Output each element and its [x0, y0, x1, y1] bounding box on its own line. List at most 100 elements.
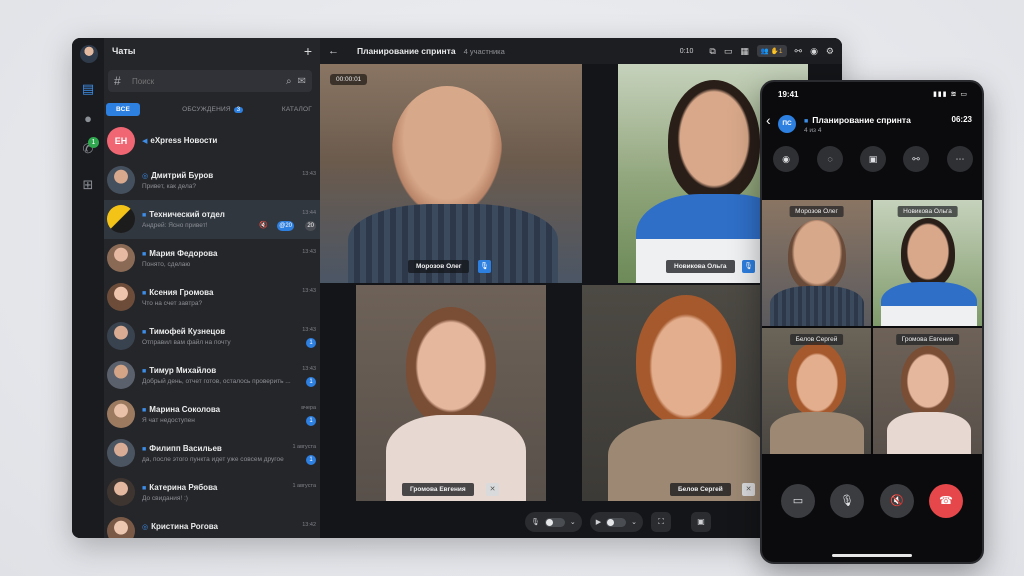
mobile-call-title: ■ Планирование спринта — [804, 115, 911, 125]
home-indicator — [832, 554, 912, 557]
avatar — [107, 205, 135, 233]
chevron-down-icon[interactable]: ⌄ — [570, 518, 576, 526]
chats-nav-icon[interactable]: ▤ — [81, 82, 95, 96]
chat-item[interactable]: ◎ Дмитрий Буров Привет, как дела? 13:43 — [104, 161, 320, 200]
screen-share-icon[interactable]: ▣ — [691, 512, 712, 532]
speaker-off-icon[interactable]: 🔇 — [880, 484, 914, 518]
chat-name-text: eXpress Новости — [150, 136, 218, 145]
mute-icon: 🔇 — [259, 222, 268, 229]
chats-title: Чаты — [112, 46, 136, 56]
call-title: Планирование спринта — [357, 46, 456, 56]
avatar — [107, 400, 135, 428]
chat-name: ■ Марина Соколова — [142, 405, 220, 414]
apps-grid-icon[interactable]: ⊞ — [81, 178, 95, 192]
chat-icon[interactable]: ▭ — [724, 46, 733, 57]
back-chevron-icon[interactable]: ‹ — [766, 112, 771, 128]
back-arrow-icon[interactable]: ← — [328, 45, 346, 57]
chat-item[interactable]: ■ Марина Соколова Я чат недоступен вчера … — [104, 395, 320, 434]
chat-preview: Отправил вам файл на почту — [142, 339, 231, 346]
mic-switch[interactable] — [544, 517, 565, 527]
chat-bubble-icon[interactable]: ◌ — [817, 146, 843, 172]
chat-item[interactable]: ■ Мария Федорова Понято, сделаю 13:43 — [104, 239, 320, 278]
call-timer: 00:00:01 — [330, 74, 368, 85]
chat-name-text: Филипп Васильев — [149, 444, 222, 453]
chat-item[interactable]: ◎ Кристина Рогова 13:42 — [104, 512, 320, 538]
group-icon: ■ — [142, 290, 147, 297]
chevron-down-icon[interactable]: ⌄ — [631, 518, 637, 526]
camera-off-icon[interactable]: ▭ — [781, 484, 815, 518]
chat-item[interactable]: ■ Катерина Рябова До свидания! :) 1 авгус… — [104, 473, 320, 512]
video-tile[interactable]: 00:00:01 Морозов Олег 🎙 — [320, 64, 582, 283]
chat-preview: Что на счет завтра? — [142, 300, 203, 307]
link-icon[interactable]: ⚯ — [795, 46, 803, 57]
avatar — [107, 361, 135, 389]
chat-item[interactable]: ■ Филипп Васильев да, после этого пункта … — [104, 434, 320, 473]
mic-off-icon[interactable]: 🎙 — [830, 484, 864, 518]
chat-item[interactable]: EH ◀ eXpress Новости — [104, 122, 320, 161]
call-duration: 0:10 — [679, 47, 694, 55]
globe-icon: ◎ — [142, 173, 149, 180]
chat-item-selected[interactable]: ■ Технический отдел Андрей: Ясно привет! … — [104, 200, 320, 239]
record-icon[interactable]: ◉ — [773, 146, 799, 172]
mobile-video-tile[interactable]: Громова Евгения — [873, 328, 982, 454]
chat-preview: Привет, как дела? — [142, 183, 197, 190]
participant-face — [788, 220, 846, 292]
more-icon[interactable]: ⋯ — [947, 146, 973, 172]
chat-list-panel: Чаты + # ⌕ ✉ ВСЕ ОБСУЖДЕНИЯ3 КАТАЛОГ EH … — [104, 38, 320, 538]
chat-preview: До свидания! :) — [142, 495, 188, 502]
group-icon: ■ — [142, 485, 147, 492]
group-icon: ■ — [804, 118, 809, 125]
video-tile[interactable]: Громова Евгения ✕ — [356, 285, 546, 501]
video-tile[interactable]: Белов Сергей ✕ — [582, 285, 772, 501]
search-input[interactable] — [132, 76, 280, 86]
chat-name: ■ Ксения Громова — [142, 288, 213, 297]
mention-badge: @20 — [277, 221, 294, 231]
mic-on-icon: 🎙 — [478, 260, 491, 273]
contacts-nav-icon[interactable]: ● — [81, 112, 95, 126]
new-message-icon[interactable]: ✉ — [298, 76, 306, 87]
filter-tab-all[interactable]: ВСЕ — [106, 102, 141, 116]
link-icon[interactable]: ⚯ — [903, 146, 929, 172]
avatar — [107, 517, 135, 538]
fullscreen-icon[interactable]: ⛶ — [651, 512, 672, 532]
mobile-video-tile[interactable]: Морозов Олег — [762, 200, 871, 326]
participant-face — [668, 80, 760, 202]
camera-icon: ▶ — [595, 519, 602, 526]
chat-preview: Понято, сделаю — [142, 261, 191, 268]
chat-item[interactable]: ■ Ксения Громова Что на счет завтра? 13:4… — [104, 278, 320, 317]
settings-gear-icon[interactable]: ⚙ — [826, 46, 834, 57]
chat-name-text: Кристина Рогова — [151, 522, 218, 531]
avatar: EH — [107, 127, 135, 155]
raised-hands[interactable]: 👥 ✋1 — [756, 45, 787, 57]
chat-item[interactable]: ■ Тимофей Кузнецов Отправил вам файл на п… — [104, 317, 320, 356]
chat-item[interactable]: ■ Тимур Михайлов Добрый день, отчет готов… — [104, 356, 320, 395]
unread-badge: 1 — [306, 338, 316, 348]
mobile-app-frame: 19:41 ▮▮▮ ≋ ▭ ‹ ПС ■ Планирование спринта… — [760, 80, 984, 564]
mobile-video-tile[interactable]: Белов Сергей — [762, 328, 871, 454]
avatar — [107, 322, 135, 350]
chat-name: ■ Тимур Михайлов — [142, 366, 216, 375]
chat-name: ■ Катерина Рябова — [142, 483, 217, 492]
my-avatar[interactable] — [80, 45, 98, 63]
camera-toggle[interactable]: ▶ ⌄ — [589, 512, 644, 532]
search-icon[interactable]: ⌕ — [286, 76, 292, 87]
popout-icon[interactable]: ⧉ — [709, 46, 715, 57]
contact-card-icon[interactable]: ▣ — [860, 146, 886, 172]
filter-tab-catalog[interactable]: КАТАЛОГ — [282, 106, 312, 113]
mic-toggle[interactable]: 🎙 ⌄ — [525, 512, 582, 532]
end-call-button[interactable]: ☎ — [929, 484, 963, 518]
record-icon[interactable]: ◉ — [810, 46, 818, 57]
layout-icon[interactable]: ▦ — [740, 46, 749, 57]
filter-tab-discussions[interactable]: ОБСУЖДЕНИЯ 3 — [182, 106, 244, 113]
new-chat-button[interactable]: + — [304, 43, 312, 59]
camera-switch[interactable] — [606, 517, 627, 527]
mobile-video-tile[interactable]: Новикова Ольга — [873, 200, 982, 326]
chat-time: 13:43 — [302, 366, 316, 372]
chat-name-text: Ксения Громова — [149, 288, 214, 297]
chat-time: 1 августа — [292, 444, 316, 450]
chat-name: ◀ eXpress Новости — [142, 136, 217, 145]
chat-name: ■ Технический отдел — [142, 210, 225, 219]
chat-time: 1 августа — [292, 483, 316, 489]
call-avatar: ПС — [778, 115, 796, 133]
chat-name-text: Дмитрий Буров — [151, 171, 214, 180]
